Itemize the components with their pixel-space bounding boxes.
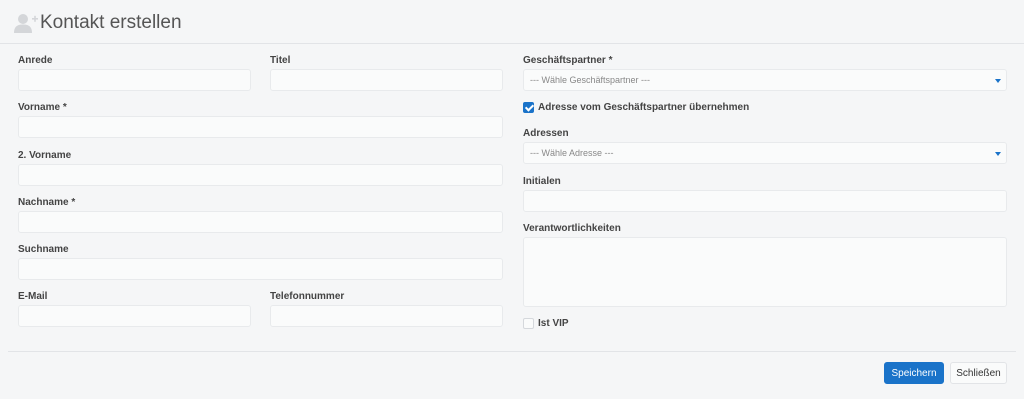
titel-field[interactable] bbox=[270, 69, 503, 91]
chevron-down-icon bbox=[995, 79, 1001, 83]
telefon-field[interactable] bbox=[270, 305, 503, 327]
suchname-field[interactable] bbox=[18, 258, 503, 280]
nachname-label: Nachname * bbox=[18, 197, 76, 208]
partner-select[interactable]: --- Wähle Geschäftspartner --- bbox=[523, 69, 1007, 91]
page-title: Kontakt erstellen bbox=[40, 12, 182, 33]
save-button[interactable]: Speichern bbox=[884, 362, 944, 384]
adresse-checkbox-label: Adresse vom Geschäftspartner übernehmen bbox=[538, 102, 750, 113]
vorname2-label: 2. Vorname bbox=[18, 150, 72, 161]
partner-label: Geschäftspartner * bbox=[523, 55, 613, 66]
footer-divider bbox=[8, 351, 1016, 352]
vorname2-field[interactable] bbox=[18, 164, 503, 186]
vip-checkbox-label: Ist VIP bbox=[538, 318, 569, 329]
initialen-label: Initialen bbox=[523, 176, 561, 187]
anrede-label: Anrede bbox=[18, 55, 53, 66]
vip-checkbox[interactable] bbox=[523, 318, 534, 329]
titel-label: Titel bbox=[270, 55, 291, 66]
verantwortlichkeiten-textarea[interactable] bbox=[523, 237, 1007, 307]
vorname-field[interactable] bbox=[18, 116, 503, 138]
chevron-down-icon bbox=[995, 152, 1001, 156]
modal-header: Kontakt erstellen bbox=[0, 0, 1024, 44]
adressen-select[interactable]: --- Wähle Adresse --- bbox=[523, 142, 1007, 164]
email-label: E-Mail bbox=[18, 291, 48, 302]
anrede-field[interactable] bbox=[18, 69, 251, 91]
close-button[interactable]: Schließen bbox=[950, 362, 1007, 384]
add-user-icon bbox=[14, 14, 38, 33]
adressen-placeholder: --- Wähle Adresse --- bbox=[530, 148, 614, 158]
nachname-field[interactable] bbox=[18, 211, 503, 233]
email-field[interactable] bbox=[18, 305, 251, 327]
suchname-label: Suchname bbox=[18, 244, 69, 255]
vorname-label: Vorname * bbox=[18, 102, 67, 113]
telefon-label: Telefonnummer bbox=[270, 291, 345, 302]
initialen-field[interactable] bbox=[523, 190, 1007, 212]
verantwortlichkeiten-label: Verantwortlichkeiten bbox=[523, 223, 621, 234]
adressen-label: Adressen bbox=[523, 128, 569, 139]
adresse-checkbox[interactable] bbox=[523, 102, 534, 113]
partner-placeholder: --- Wähle Geschäftspartner --- bbox=[530, 75, 651, 85]
